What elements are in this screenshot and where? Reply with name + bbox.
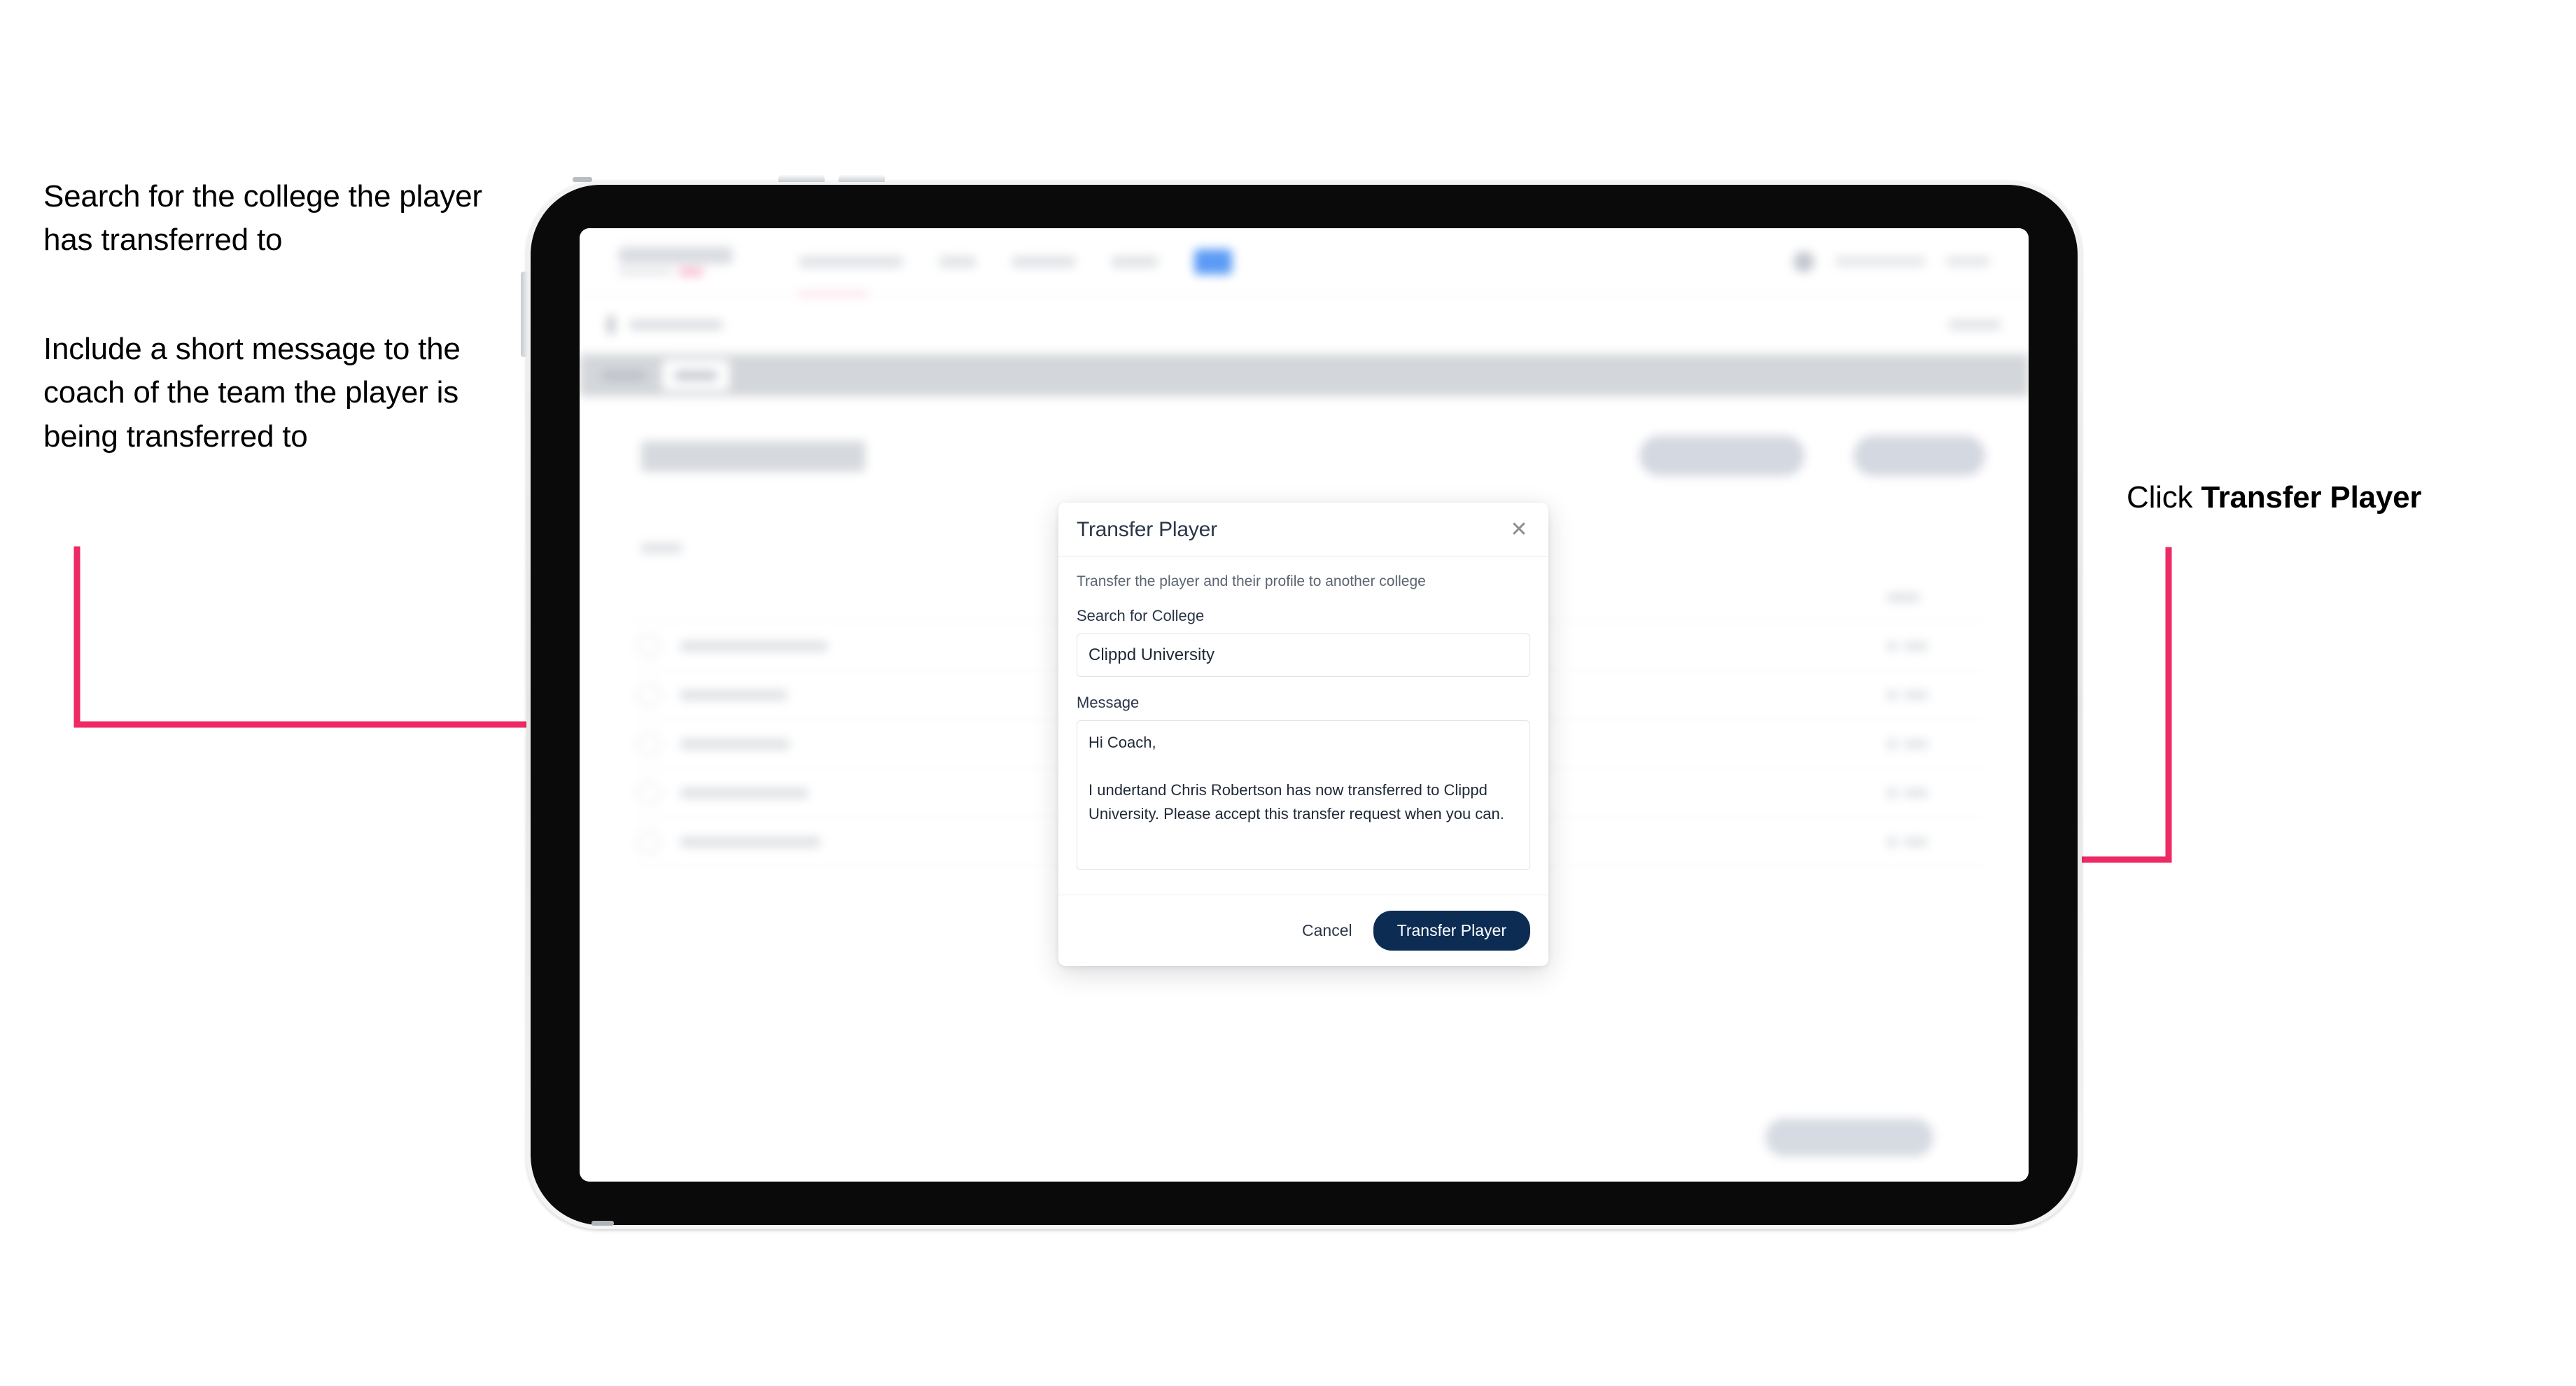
edit-label bbox=[1904, 641, 1928, 650]
tab-roster[interactable] bbox=[662, 360, 729, 391]
logo-accent-badge bbox=[679, 268, 703, 276]
add-player-button[interactable] bbox=[1854, 435, 1985, 476]
edit-player-action[interactable] bbox=[1885, 736, 1928, 751]
college-field-label: Search for College bbox=[1077, 607, 1205, 624]
annotation-click-prefix: Click bbox=[2127, 480, 2202, 514]
tab-roster-label bbox=[675, 370, 717, 380]
nav-link-1[interactable] bbox=[799, 255, 903, 267]
roster-list-label bbox=[641, 543, 682, 553]
nav-user-area bbox=[1793, 251, 1989, 272]
subheader-cancel-link[interactable] bbox=[1949, 319, 2001, 330]
nav-links bbox=[799, 248, 1232, 274]
edit-label bbox=[1904, 788, 1928, 797]
antenna-band-bottom bbox=[592, 1221, 614, 1226]
edit-label bbox=[1904, 690, 1928, 699]
player-name bbox=[680, 836, 820, 847]
modal-body: Transfer the player and their profile to… bbox=[1058, 556, 1548, 895]
player-avatar bbox=[637, 634, 661, 658]
volume-up-button bbox=[778, 175, 825, 182]
tab-details-label bbox=[602, 370, 645, 380]
player-name bbox=[680, 738, 790, 749]
annotation-click-bold: Transfer Player bbox=[2201, 480, 2422, 514]
volume-down-button bbox=[839, 175, 885, 182]
nav-link-2[interactable] bbox=[939, 255, 976, 267]
table-header-action bbox=[1887, 593, 1919, 602]
player-name bbox=[680, 788, 808, 798]
nav-link-active[interactable] bbox=[1194, 248, 1232, 274]
edit-player-action[interactable] bbox=[1885, 638, 1928, 653]
pencil-icon bbox=[1885, 834, 1899, 849]
screenshot-canvas: Search for the college the player has tr… bbox=[0, 0, 2576, 1386]
message-textarea[interactable] bbox=[1077, 720, 1530, 870]
close-icon[interactable]: ✕ bbox=[1508, 519, 1530, 541]
app-navbar bbox=[580, 228, 2029, 295]
edit-player-action[interactable] bbox=[1885, 834, 1928, 849]
antenna-band-top bbox=[573, 177, 592, 182]
page-title bbox=[641, 441, 865, 472]
logo-wordmark bbox=[619, 247, 732, 264]
save-roster-button[interactable] bbox=[1765, 1119, 1933, 1156]
player-avatar bbox=[637, 830, 661, 854]
breadcrumb-icon bbox=[608, 315, 615, 334]
edit-label bbox=[1904, 739, 1928, 748]
sign-out-link[interactable] bbox=[1946, 257, 1989, 266]
pencil-icon bbox=[1885, 638, 1899, 653]
nav-link-4[interactable] bbox=[1112, 255, 1158, 267]
modal-description: Transfer the player and their profile to… bbox=[1077, 573, 1426, 589]
edit-player-action[interactable] bbox=[1885, 785, 1928, 800]
annotation-include-message: Include a short message to the coach of … bbox=[43, 332, 461, 454]
request-player-transfer-button[interactable] bbox=[1639, 435, 1805, 476]
app-tabbar bbox=[580, 354, 2029, 396]
tab-details[interactable] bbox=[589, 360, 658, 391]
logo-tagline bbox=[619, 269, 672, 275]
edit-label bbox=[1904, 837, 1928, 846]
modal-header: Transfer Player ✕ bbox=[1058, 503, 1548, 556]
pencil-icon bbox=[1885, 785, 1899, 800]
user-email bbox=[1835, 257, 1925, 266]
app-subheader bbox=[580, 295, 2029, 354]
message-field-label: Message bbox=[1077, 694, 1140, 711]
avatar[interactable] bbox=[1793, 251, 1814, 272]
player-avatar bbox=[637, 682, 661, 707]
search-for-college-input[interactable] bbox=[1077, 634, 1530, 677]
player-name bbox=[680, 690, 787, 700]
pencil-icon bbox=[1885, 736, 1899, 751]
cancel-button[interactable]: Cancel bbox=[1299, 916, 1355, 946]
player-avatar bbox=[637, 732, 661, 756]
breadcrumb bbox=[630, 319, 722, 330]
modal-title: Transfer Player bbox=[1077, 518, 1217, 541]
power-button bbox=[521, 272, 528, 357]
transfer-player-button[interactable]: Transfer Player bbox=[1373, 911, 1530, 951]
annotation-search-college: Search for the college the player has tr… bbox=[43, 179, 482, 258]
scoreboard-logo[interactable] bbox=[619, 247, 732, 276]
player-avatar bbox=[637, 780, 661, 805]
pencil-icon bbox=[1885, 687, 1899, 702]
edit-player-action[interactable] bbox=[1885, 687, 1928, 702]
transfer-player-modal: Transfer Player ✕ Transfer the player an… bbox=[1058, 503, 1548, 966]
annotation-click-transfer-player: Click Transfer Player bbox=[2127, 476, 2561, 519]
player-name bbox=[680, 640, 827, 651]
modal-footer: Cancel Transfer Player bbox=[1058, 895, 1548, 966]
nav-link-3[interactable] bbox=[1012, 255, 1075, 267]
